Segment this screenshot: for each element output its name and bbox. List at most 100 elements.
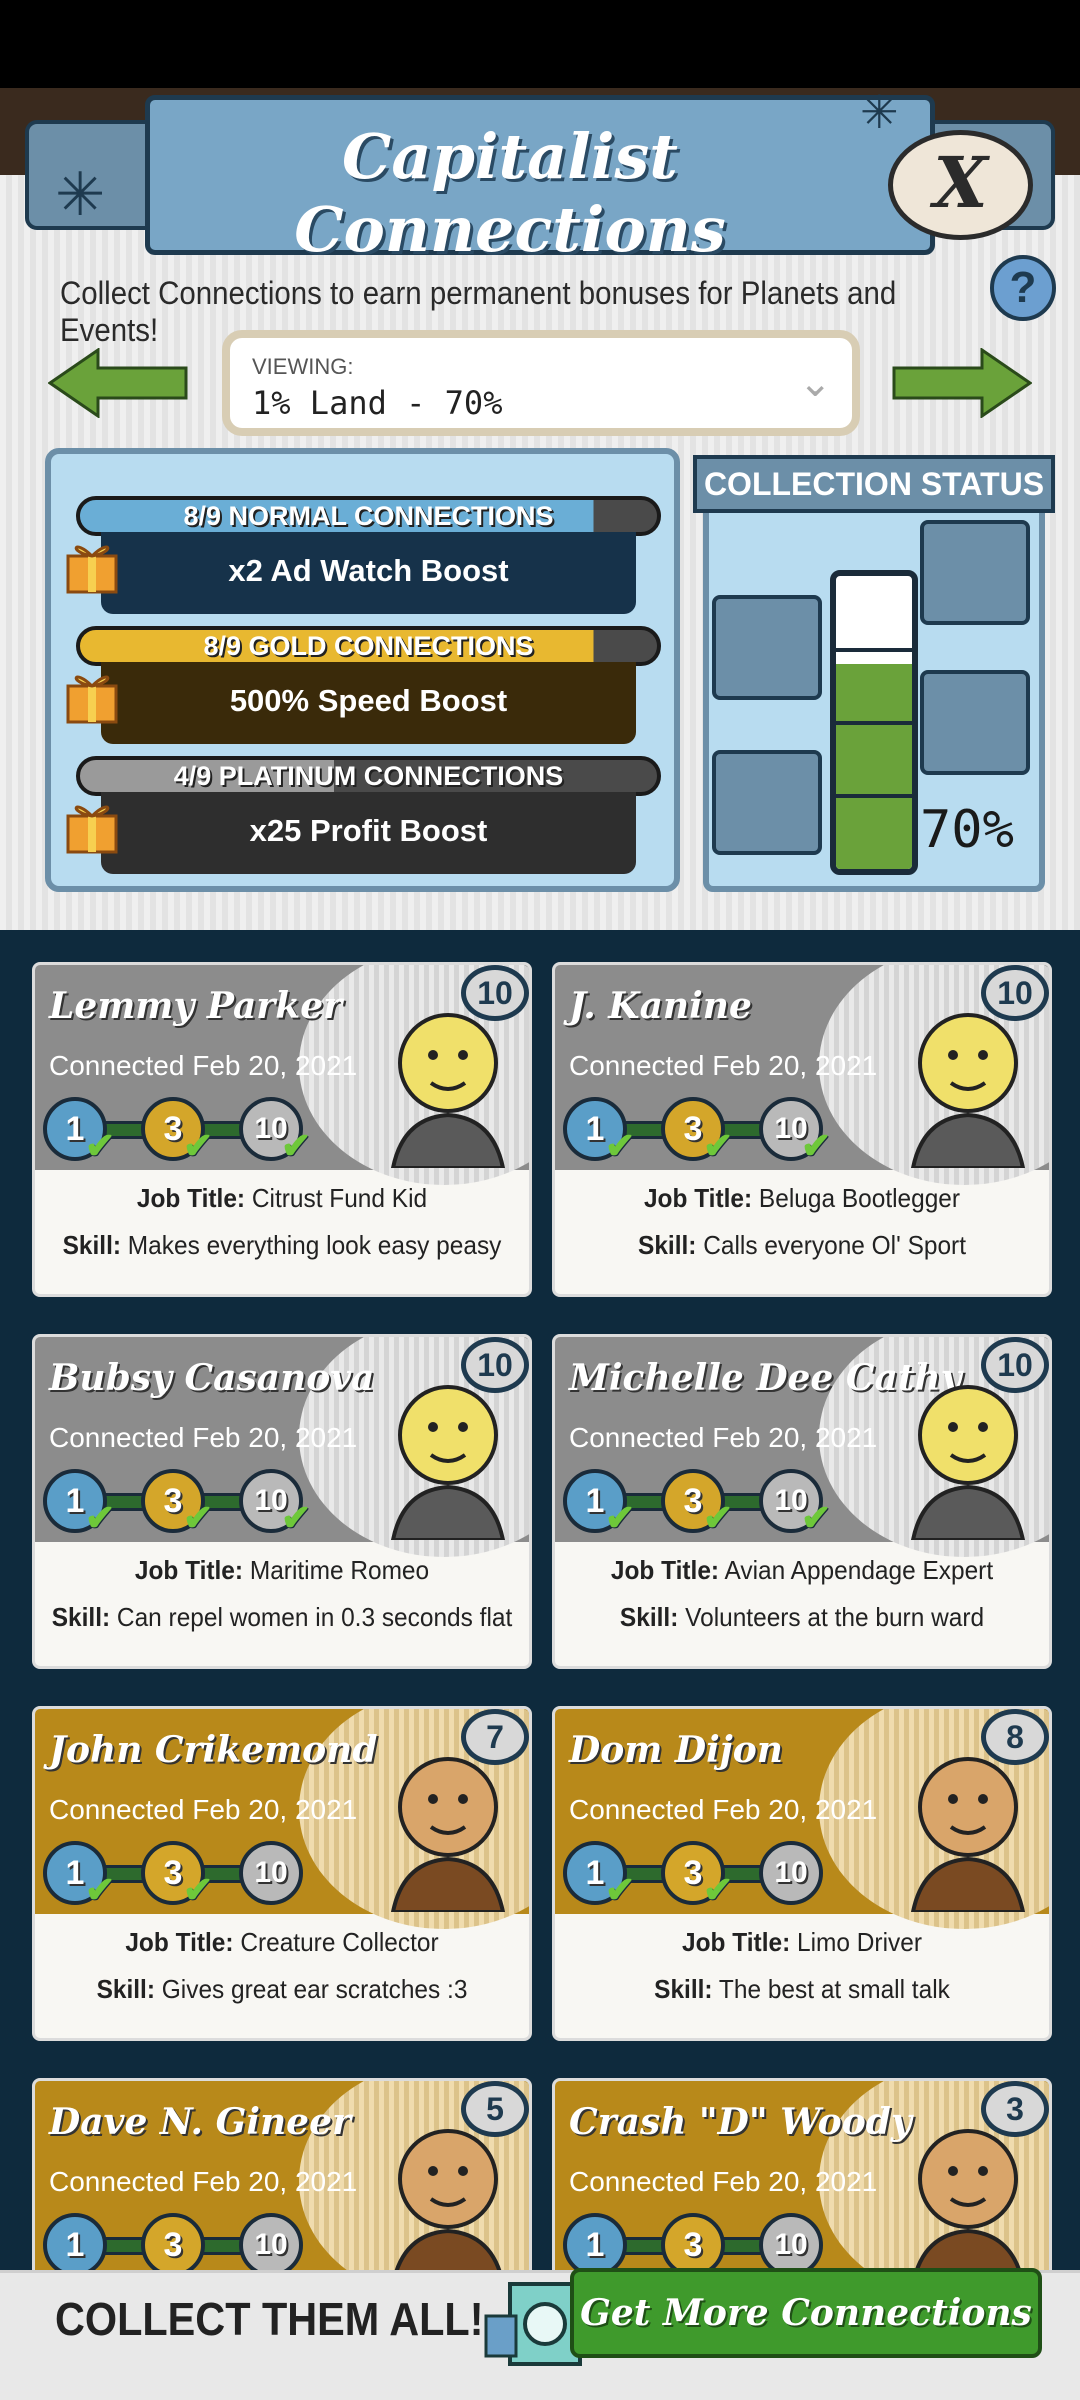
card-header: John Crikemond Connected Feb 20, 2021 13… <box>35 1709 529 1929</box>
collection-meter <box>830 570 918 875</box>
tier-badges: 1 3 10 ✔ ✔ ✔ <box>563 1469 863 1538</box>
connection-date: Connected Feb 20, 2021 <box>569 2166 878 2197</box>
connection-level-badge: 10 <box>981 1337 1049 1393</box>
collection-percent: 70% <box>920 800 1014 860</box>
check-icon: ✔ <box>703 1497 734 1538</box>
gift-icon <box>66 805 118 854</box>
job-title-line: Job Title: Maritime Romeo <box>134 1555 430 1585</box>
check-icon: ✔ <box>183 1497 214 1538</box>
platinum-connections-group: 4/9 PLATINUM CONNECTIONS x25 Profit Boos… <box>66 756 661 874</box>
connection-date: Connected Feb 20, 2021 <box>49 1794 358 1825</box>
sparkle-icon: ✳ <box>55 161 106 228</box>
connection-name: John Crikemond <box>49 1729 378 1771</box>
connection-card[interactable]: Dom Dijon Connected Feb 20, 2021 1 3 10 ✔ ✔ … <box>552 1706 1052 2041</box>
connection-card[interactable]: John Crikemond Connected Feb 20, 2021 13… <box>32 1706 532 2041</box>
gift-icon <box>66 545 118 594</box>
connection-level-badge: 10 <box>981 965 1049 1021</box>
tier-badges: 1 3 10 ✔ ✔ ✔ <box>563 1097 863 1166</box>
meter-divider <box>836 648 912 652</box>
system-status-bar <box>0 0 1080 88</box>
connection-level-badge: 10 <box>461 1337 529 1393</box>
angel-reward-icon[interactable] <box>712 595 822 700</box>
connection-date: Connected Feb 20, 2021 <box>49 1050 358 1081</box>
viewing-value: 1% Land - 70% <box>252 384 503 422</box>
event-dropdown[interactable]: VIEWING: 1% Land - 70% ⌄ <box>222 330 860 436</box>
job-title-line: Job Title: Beluga Bootlegger <box>643 1183 961 1213</box>
get-more-connections-button[interactable]: Get More Connections <box>570 2268 1042 2358</box>
check-icon: ✔ <box>183 1869 214 1910</box>
check-icon: ✔ <box>281 1125 312 1166</box>
job-title-line: Job Title: Avian Appendage Expert <box>610 1555 994 1585</box>
card-header: Dave N. Gineer Connected Feb 20, 2021 13… <box>35 2081 529 2301</box>
check-icon <box>281 1869 315 1903</box>
check-icon: ✔ <box>85 1869 116 1910</box>
connection-date: Connected Feb 20, 2021 <box>49 2166 358 2197</box>
check-icon: ✔ <box>85 1497 116 1538</box>
connection-level-badge: 8 <box>981 1709 1049 1765</box>
money-bag-reward-icon[interactable] <box>712 750 822 855</box>
collection-meter-fill <box>836 663 912 869</box>
connection-card[interactable]: J. Kanine Connected Feb 20, 2021 1 3 10 ✔ ✔ ✔… <box>552 962 1052 1297</box>
collection-status-title: COLLECTION STATUS <box>693 455 1055 513</box>
meter-divider <box>836 721 912 725</box>
timewarp-reward-icon[interactable] <box>920 670 1030 775</box>
meter-divider <box>836 794 912 798</box>
check-icon: ✔ <box>703 1869 734 1910</box>
job-title-line: Job Title: Citrust Fund Kid <box>136 1183 428 1213</box>
skill-line: Skill: Gives great ear scratches :3 <box>96 1974 468 2004</box>
chevron-down-icon: ⌄ <box>798 361 832 405</box>
check-icon: ✔ <box>281 1497 312 1538</box>
connection-date: Connected Feb 20, 2021 <box>569 1050 878 1081</box>
check-icon: ✔ <box>183 1125 214 1166</box>
skill-line: Skill: The best at small talk <box>654 1974 950 2004</box>
connection-card[interactable]: Lemmy Parker Connected Feb 20, 2021 1 3 10… <box>32 962 532 1297</box>
job-title-line: Job Title: Limo Driver <box>682 1927 922 1957</box>
skill-line: Skill: Makes everything look easy peasy <box>62 1230 502 1260</box>
connection-name: Lemmy Parker <box>49 985 343 1027</box>
check-icon: ✔ <box>85 1125 116 1166</box>
connection-card[interactable]: Bubsy Casanova Connected Feb 20, 2021 13… <box>32 1334 532 1669</box>
skill-line: Skill: Volunteers at the burn ward <box>619 1602 985 1632</box>
card-header: Lemmy Parker Connected Feb 20, 2021 1 3 10… <box>35 965 529 1185</box>
help-icon: ? <box>1009 263 1037 312</box>
check-icon: ✔ <box>801 1125 832 1166</box>
tier-badges: 1 3 10 ✔ ✔ ✔ <box>43 1469 343 1538</box>
check-icon: ✔ <box>605 1125 636 1166</box>
card-header: Michelle Dee Cathy Connected Feb 20, 202… <box>555 1337 1049 1557</box>
close-icon: X <box>933 141 988 224</box>
check-icon: ✔ <box>801 1497 832 1538</box>
tier-badges: 1 3 10 ✔ ✔ ✔ <box>43 1097 343 1166</box>
connection-level-badge: 10 <box>461 965 529 1021</box>
card-header: Bubsy Casanova Connected Feb 20, 2021 13… <box>35 1337 529 1557</box>
skill-line: Skill: Can repel women in 0.3 seconds fl… <box>51 1602 513 1632</box>
gold-connections-group: 8/9 GOLD CONNECTIONS 500% Speed Boost <box>66 626 661 744</box>
connection-name: Dave N. Gineer <box>49 2101 351 2143</box>
arrow-right-icon[interactable] <box>892 348 1032 418</box>
normal-connections-group: 8/9 NORMAL CONNECTIONS x2 Ad Watch Boost <box>66 496 661 614</box>
job-title-line: Job Title: Creature Collector <box>125 1927 439 1957</box>
arrow-left-icon[interactable] <box>48 348 188 418</box>
connection-groups: 8/9 NORMAL CONNECTIONS x2 Ad Watch Boost… <box>45 448 680 892</box>
connection-name: Dom Dijon <box>569 1729 783 1771</box>
connection-date: Connected Feb 20, 2021 <box>569 1422 878 1453</box>
check-icon: ✔ <box>605 1497 636 1538</box>
group-reward: x25 Profit Boost <box>101 792 636 874</box>
check-icon: ✔ <box>605 1869 636 1910</box>
connection-name: J. Kanine <box>569 985 752 1027</box>
check-icon <box>801 1869 835 1903</box>
tier-badges: 1 3 10 ✔ ✔ <box>563 1841 863 1910</box>
tier-badges: 1 3 10 ✔ ✔ <box>43 1841 343 1910</box>
group-reward: x2 Ad Watch Boost <box>101 532 636 614</box>
viewing-label: VIEWING: <box>252 354 354 379</box>
check-icon: ✔ <box>703 1125 734 1166</box>
connection-name: Crash "D" Woody <box>569 2101 912 2143</box>
gold-pile-reward-icon[interactable] <box>920 520 1030 625</box>
close-button[interactable]: X <box>888 130 1033 240</box>
group-reward: 500% Speed Boost <box>101 662 636 744</box>
help-button[interactable]: ? <box>990 255 1056 321</box>
connection-card[interactable]: Michelle Dee Cathy Connected Feb 20, 202… <box>552 1334 1052 1669</box>
connection-level-badge: 3 <box>981 2081 1049 2137</box>
page-title: Capitalist Connections <box>294 120 726 266</box>
collect-them-all-text: COLLECT THEM ALL! <box>55 2293 484 2345</box>
group-header: 8/9 NORMAL CONNECTIONS <box>76 496 661 536</box>
